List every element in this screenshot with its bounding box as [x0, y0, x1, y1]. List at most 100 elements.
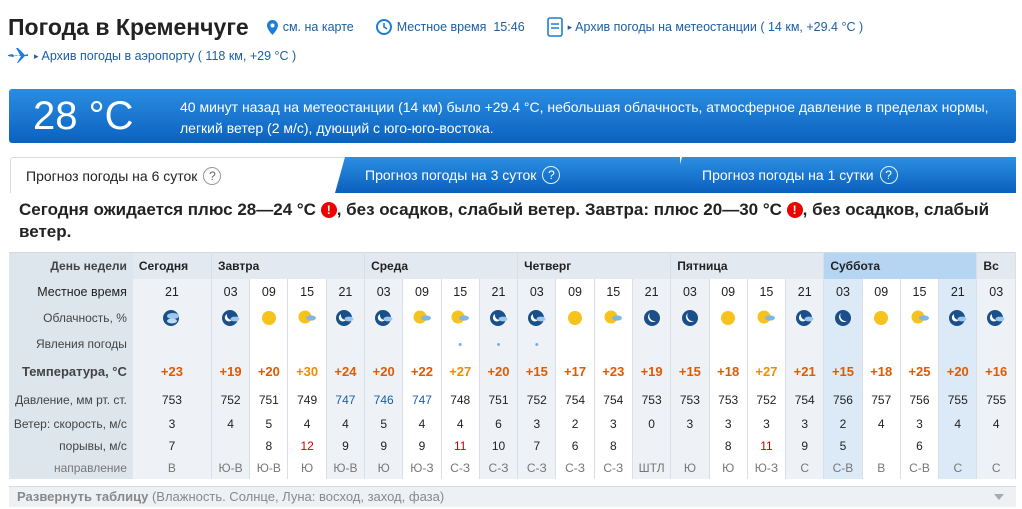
wind-direction-cell: Ю	[364, 456, 404, 479]
temperature-cell: +21	[785, 356, 825, 387]
help-icon[interactable]: ?	[542, 166, 561, 184]
wind-speed-cell: 4	[441, 412, 480, 435]
temperature-cell: +23	[132, 356, 212, 387]
phenomena-cell	[555, 330, 595, 357]
tab-6-days[interactable]: Прогноз погоды на 6 суток?	[10, 157, 363, 193]
night-clear-icon	[670, 304, 710, 331]
time-cell: 15	[287, 278, 327, 305]
wind-direction-cell: Ю-В	[326, 456, 366, 479]
time-row: Местное время 21 03 09 15 21 03 09 15 21 03 09 15 21 0…	[9, 278, 1016, 305]
wind-speed-cell: 3	[670, 412, 710, 435]
wind-speed-cell: 2	[555, 412, 595, 435]
row-label: порывы, м/с	[9, 434, 133, 457]
wind-direction-cell: С-З	[517, 456, 557, 479]
gust-cell: 9	[326, 434, 366, 457]
phenomena-cell	[900, 330, 940, 357]
warning-icon[interactable]: !	[786, 202, 803, 218]
gust-cell: 5	[823, 434, 863, 457]
phenomena-row: Явления погоды • • •	[9, 330, 1016, 357]
pressure-cell: 756	[900, 386, 940, 413]
time-cell: 03	[670, 278, 710, 305]
pressure-cell: 751	[249, 386, 289, 413]
night-clear-icon	[823, 304, 863, 331]
warning-icon[interactable]: !	[320, 202, 337, 218]
temperature-cell: +20	[938, 356, 978, 387]
tab-3-days[interactable]: Прогноз погоды на 3 суток?	[335, 157, 680, 193]
day-header: Пятница	[670, 252, 825, 279]
temperature-cell: +15	[670, 356, 710, 387]
night-partly-icon	[785, 304, 825, 331]
temperature-cell: +16	[976, 356, 1016, 387]
wind-speed-cell: 5	[364, 412, 404, 435]
gust-cell: 6	[900, 434, 940, 457]
row-label: направление	[9, 456, 133, 479]
wind-speed-cell: 4	[938, 412, 978, 435]
temperature-cell: +27	[747, 356, 787, 387]
phenomena-cell	[287, 330, 327, 357]
night-partly-icon	[976, 304, 1016, 331]
gust-cell: 9	[402, 434, 442, 457]
wind-speed-cell: 0	[632, 412, 672, 435]
time-cell: 03	[364, 278, 404, 305]
wind-speed-cell: 4	[326, 412, 366, 435]
wind-speed-cell: 5	[249, 412, 289, 435]
temperature-cell: +20	[249, 356, 289, 387]
map-link[interactable]: см. на карте	[266, 19, 354, 35]
phenomena-cell: •	[479, 330, 519, 357]
map-pin-icon	[266, 19, 278, 35]
temperature-cell: +27	[441, 356, 480, 387]
time-cell: 03	[211, 278, 251, 305]
sun-cloud-icon	[402, 304, 442, 331]
phenomena-cell	[823, 330, 863, 357]
row-label: Температура, °C	[9, 356, 133, 387]
pressure-cell: 746	[364, 386, 404, 413]
phenomena-cell	[211, 330, 251, 357]
day-row: День недели Сегодня Завтра Среда Четверг Пятн…	[9, 252, 1016, 279]
wind-speed-cell: 3	[594, 412, 633, 435]
wind-direction-cell: Ю-В	[249, 456, 289, 479]
phenomena-cell	[938, 330, 978, 357]
time-cell: 21	[479, 278, 519, 305]
help-icon[interactable]: ?	[879, 166, 898, 184]
wind-direction-cell: Ю	[287, 456, 327, 479]
row-label: Местное время	[9, 278, 133, 305]
night-partly-icon	[938, 304, 978, 331]
row-label: Явления погоды	[9, 330, 133, 357]
wind-speed-cell: 3	[132, 412, 212, 435]
wind-direction-cell: Ю	[670, 456, 710, 479]
time-cell: 21	[938, 278, 978, 305]
current-weather-banner: 28 °C 40 минут назад на метеостанции (14…	[9, 89, 1016, 143]
wind-speed-cell: 3	[747, 412, 787, 435]
pressure-cell: 747	[326, 386, 366, 413]
station-archive-link[interactable]: ▸ Архив погоды на метеостанции ( 14 км, +…	[546, 17, 863, 37]
wind-speed-cell: 3	[517, 412, 557, 435]
pressure-cell: 754	[555, 386, 595, 413]
temperature-cell: +24	[326, 356, 366, 387]
night-partly-icon	[326, 304, 366, 331]
sun-icon	[555, 304, 595, 331]
help-icon[interactable]: ?	[203, 166, 222, 185]
gust-cell: 9	[364, 434, 404, 457]
phenomena-cell	[785, 330, 825, 357]
row-label: Давление, мм рт. ст.	[9, 386, 133, 413]
wind-speed-cell: 6	[479, 412, 519, 435]
wind-speed-cell: 4	[287, 412, 327, 435]
chevron-down-icon[interactable]	[994, 494, 1004, 500]
sun-icon	[709, 304, 748, 331]
time-cell: 09	[555, 278, 595, 305]
airport-archive-link[interactable]: ▸ Архив погоды в аэропорту ( 118 км, +29 …	[8, 48, 296, 64]
pressure-cell: 756	[823, 386, 863, 413]
gust-cell	[976, 434, 1016, 457]
temperature-cell: +22	[402, 356, 442, 387]
tab-1-day[interactable]: Прогноз погоды на 1 сутки?	[672, 157, 1016, 193]
pressure-cell: 753	[709, 386, 748, 413]
phenomena-cell	[709, 330, 748, 357]
phenomena-cell	[747, 330, 787, 357]
direction-row: направление В Ю-В Ю-В Ю Ю-В Ю Ю-З С-З С-З С-З С-З С-…	[9, 456, 1016, 479]
local-time: Местное время 15:46	[375, 19, 525, 35]
expand-table-link[interactable]: Развернуть таблицу (Влажность. Солнце, Л…	[9, 486, 1016, 507]
night-partly-icon	[517, 304, 557, 331]
clouds-row: Облачность, %	[9, 304, 1016, 331]
temperature-cell: +18	[709, 356, 748, 387]
phenomena-cell	[364, 330, 404, 357]
